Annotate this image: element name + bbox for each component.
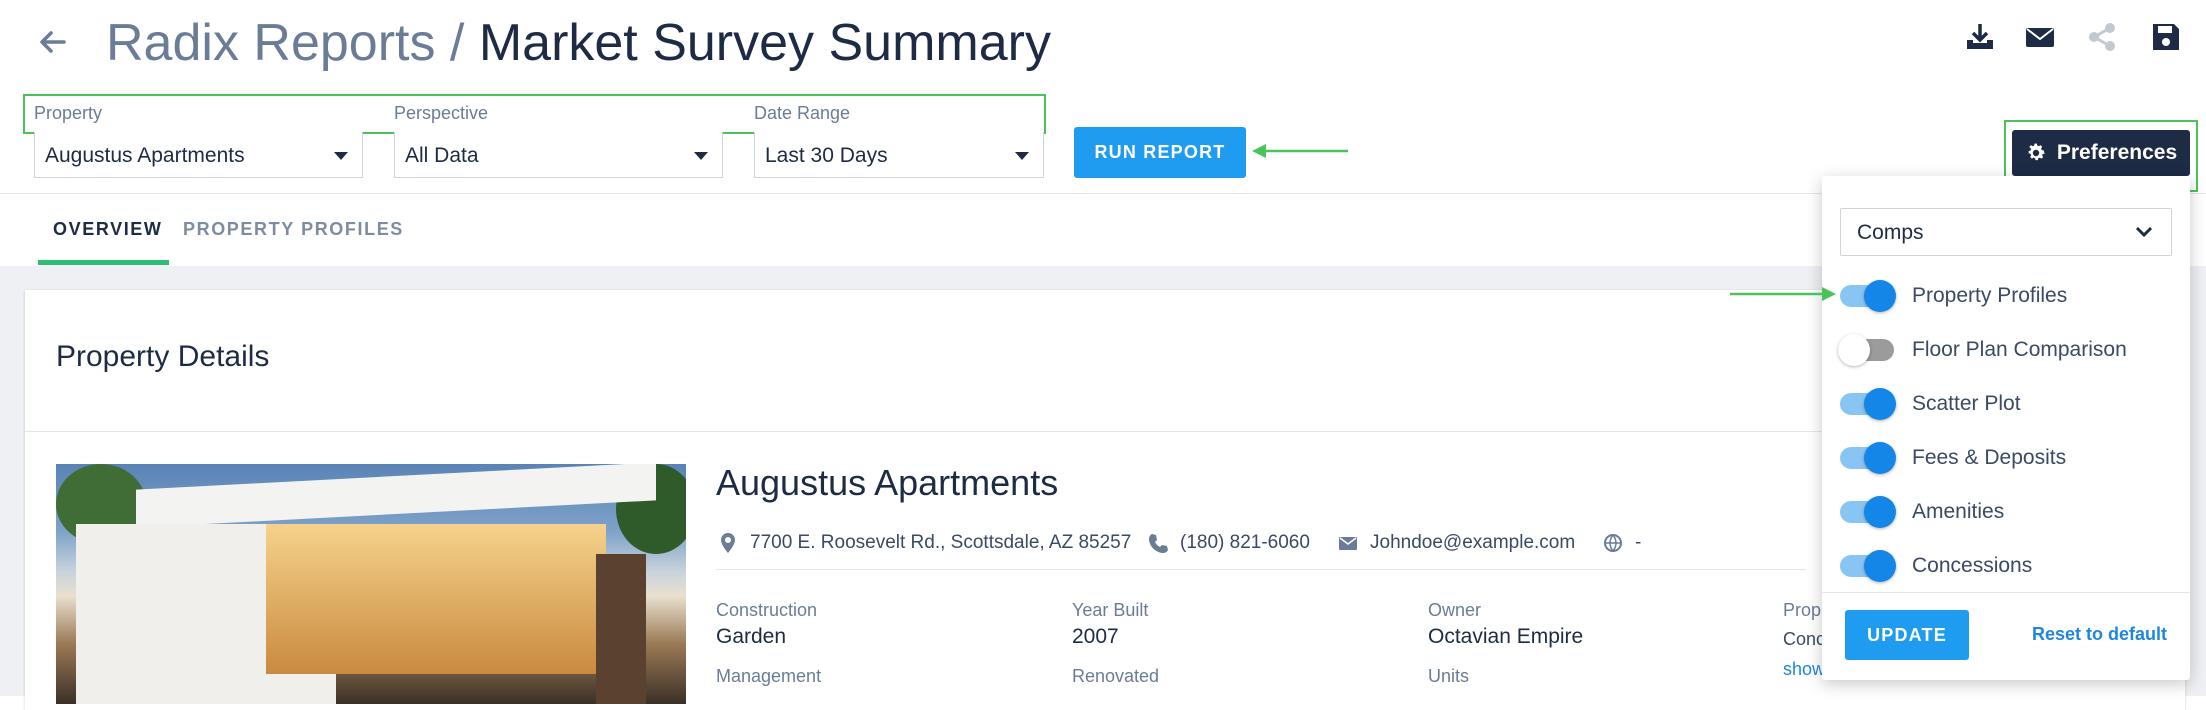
toggle-label: Concessions bbox=[1912, 554, 2033, 577]
tab-property-profiles[interactable]: PROPERTY PROFILES bbox=[183, 219, 404, 240]
units-label: Units bbox=[1428, 666, 1470, 686]
property-name: Augustus Apartments bbox=[716, 462, 1059, 503]
gear-icon bbox=[2028, 143, 2045, 161]
amenities-toggle[interactable] bbox=[1840, 496, 1896, 528]
active-tab-indicator bbox=[38, 260, 169, 265]
perspective-label: Perspective bbox=[394, 103, 489, 123]
panel-divider bbox=[1822, 592, 2190, 593]
preferences-select[interactable]: Comps bbox=[1840, 208, 2172, 256]
share-icon[interactable] bbox=[2085, 20, 2119, 54]
floor-plan-comparison-toggle[interactable] bbox=[1838, 334, 1894, 366]
toggle-row-fees-deposits[interactable]: Fees & Deposits bbox=[1840, 440, 2066, 476]
address-text: 7700 E. Roosevelt Rd., Scottsdale, AZ 85… bbox=[750, 532, 1132, 553]
annotation-arrow-icon bbox=[1252, 144, 1348, 158]
date-range-select[interactable]: Last 30 Days bbox=[754, 132, 1044, 178]
construction-value: Garden bbox=[716, 625, 787, 648]
property-profiles-toggle[interactable] bbox=[1840, 280, 1896, 312]
renovated-label: Renovated bbox=[1072, 666, 1160, 686]
run-report-button[interactable]: RUN REPORT bbox=[1074, 127, 1246, 178]
breadcrumb-separator: / bbox=[449, 14, 465, 72]
date-range-select-value: Last 30 Days bbox=[765, 144, 888, 167]
management-label: Management bbox=[716, 666, 822, 686]
property-label: Property bbox=[34, 103, 103, 123]
email-icon[interactable] bbox=[2023, 20, 2057, 54]
globe-icon bbox=[1604, 534, 1622, 552]
toggle-row-property-profiles[interactable]: Property Profiles bbox=[1840, 278, 2067, 314]
partial-column-text: Conc bbox=[1783, 629, 1826, 649]
update-button[interactable]: UPDATE bbox=[1845, 610, 1969, 660]
owner-value: Octavian Empire bbox=[1428, 625, 1584, 648]
info-divider bbox=[716, 569, 1806, 570]
toggle-label: Scatter Plot bbox=[1912, 392, 2021, 415]
website-text: - bbox=[1635, 532, 1642, 553]
fees-deposits-toggle[interactable] bbox=[1840, 442, 1896, 474]
year-built-value: 2007 bbox=[1072, 625, 1119, 648]
toggle-row-amenities[interactable]: Amenities bbox=[1840, 494, 2004, 530]
preferences-label: Preferences bbox=[2056, 141, 2178, 164]
breadcrumb-root[interactable]: Radix Reports bbox=[106, 14, 435, 72]
envelope-icon bbox=[1339, 537, 1357, 550]
property-select[interactable]: Augustus Apartments bbox=[34, 132, 363, 178]
perspective-select[interactable]: All Data bbox=[394, 132, 723, 178]
email-info: Johndoe@example.com bbox=[1338, 532, 1575, 554]
chevron-down-icon bbox=[2135, 226, 2153, 238]
toggle-row-floor-plan-comparison[interactable]: Floor Plan Comparison bbox=[1838, 332, 2127, 368]
phone-icon bbox=[1149, 534, 1168, 553]
concessions-toggle[interactable] bbox=[1840, 550, 1896, 582]
show-more-link[interactable]: show bbox=[1783, 659, 1825, 680]
preferences-button[interactable]: Preferences bbox=[2012, 130, 2190, 176]
card-title: Property Details bbox=[56, 340, 270, 373]
save-icon[interactable] bbox=[2149, 20, 2183, 54]
caret-down-icon bbox=[334, 152, 348, 160]
owner-label: Owner bbox=[1428, 600, 1482, 620]
toggle-label: Floor Plan Comparison bbox=[1912, 338, 2127, 361]
toggle-label: Fees & Deposits bbox=[1912, 446, 2067, 469]
toggle-label: Property Profiles bbox=[1912, 284, 2068, 307]
page-title: Radix Reports / Market Survey Summary bbox=[106, 12, 1051, 74]
year-built-label: Year Built bbox=[1072, 600, 1149, 620]
email-text[interactable]: Johndoe@example.com bbox=[1370, 532, 1575, 554]
property-select-value: Augustus Apartments bbox=[45, 144, 245, 167]
phone-text: (180) 821-6060 bbox=[1180, 532, 1310, 553]
date-range-label: Date Range bbox=[754, 103, 851, 123]
website-info: - bbox=[1603, 532, 1641, 554]
toggle-row-concessions[interactable]: Concessions bbox=[1840, 548, 2032, 584]
perspective-select-value: All Data bbox=[405, 144, 479, 167]
address-info: 7700 E. Roosevelt Rd., Scottsdale, AZ 85… bbox=[718, 532, 1131, 554]
construction-label: Construction bbox=[716, 600, 818, 620]
back-arrow-icon[interactable] bbox=[34, 24, 70, 60]
phone-info: (180) 821-6060 bbox=[1148, 532, 1310, 554]
preferences-select-value: Comps bbox=[1857, 221, 1924, 244]
toggle-row-scatter-plot[interactable]: Scatter Plot bbox=[1840, 386, 2021, 422]
caret-down-icon bbox=[694, 152, 708, 160]
caret-down-icon bbox=[1015, 152, 1029, 160]
partial-column-label: Prop bbox=[1783, 600, 1822, 620]
toggle-label: Amenities bbox=[1912, 500, 2005, 523]
breadcrumb-current: Market Survey Summary bbox=[478, 14, 1051, 72]
property-photo bbox=[56, 464, 686, 704]
reset-to-default-link[interactable]: Reset to default bbox=[2032, 624, 2167, 645]
map-pin-icon bbox=[721, 533, 735, 553]
download-icon[interactable] bbox=[1963, 20, 1997, 54]
tab-overview[interactable]: OVERVIEW bbox=[53, 219, 163, 240]
filters-highlight bbox=[23, 94, 1046, 134]
scatter-plot-toggle[interactable] bbox=[1840, 388, 1896, 420]
